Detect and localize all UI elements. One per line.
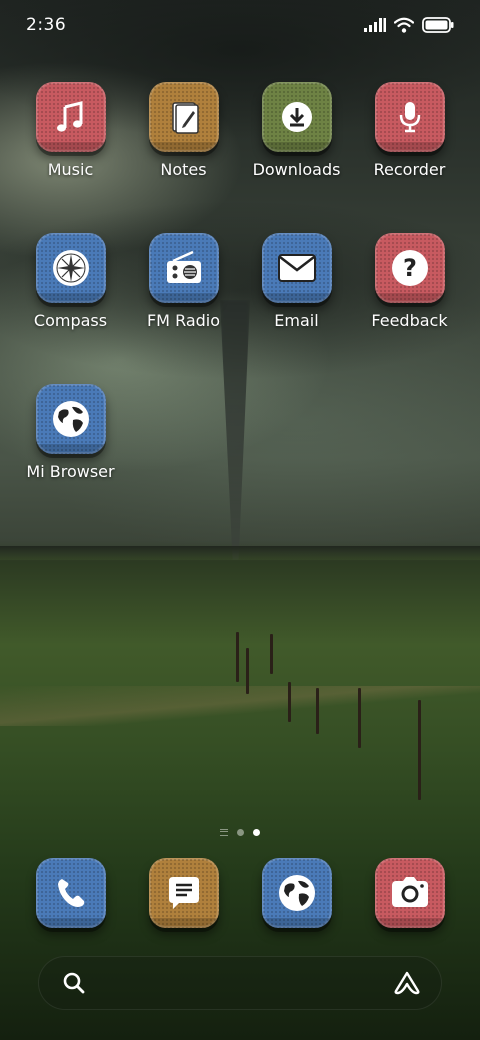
app-label: Email (274, 311, 319, 330)
page-dot-active[interactable] (253, 829, 260, 836)
browser-app-icon[interactable] (261, 858, 332, 928)
app-label: Mi Browser (26, 462, 115, 481)
radio-icon (166, 250, 201, 283)
battery-icon (422, 17, 454, 33)
music-app-icon[interactable] (35, 82, 106, 152)
app-mi-browser[interactable]: Mi Browser (14, 384, 127, 481)
globe-icon (52, 401, 89, 437)
dock-browser[interactable] (240, 858, 353, 928)
compass-icon (52, 250, 89, 286)
envelope-icon (277, 254, 316, 282)
fence-post (358, 688, 361, 748)
feedback-app-icon[interactable]: ? (374, 233, 445, 303)
dock (14, 858, 466, 928)
search-icon[interactable] (61, 970, 87, 996)
app-label: Music (47, 160, 94, 179)
music-note-icon (56, 101, 82, 132)
app-label: FM Radio (146, 311, 221, 330)
compass-app-icon[interactable] (35, 233, 106, 303)
page-indicator (0, 829, 480, 836)
app-music[interactable]: Music (14, 82, 127, 179)
dock-camera[interactable] (353, 858, 466, 928)
microphone-icon (399, 102, 420, 133)
globe-icon (278, 875, 315, 911)
app-label: Notes (160, 160, 207, 179)
status-icons (364, 17, 454, 33)
dock-messages[interactable] (127, 858, 240, 928)
search-bar[interactable] (38, 956, 442, 1010)
question-icon: ? (391, 250, 428, 286)
recorder-app-icon[interactable] (374, 82, 445, 152)
assistant-icon[interactable] (393, 970, 421, 996)
clock: 2:36 (26, 15, 67, 35)
status-bar: 2:36 (0, 0, 480, 50)
app-fm-radio[interactable]: FM Radio (127, 233, 240, 330)
download-icon (281, 102, 312, 132)
app-email[interactable]: Email (240, 233, 353, 330)
camera-icon (391, 877, 428, 907)
app-downloads[interactable]: Downloads (240, 82, 353, 179)
notes-icon (171, 102, 199, 134)
notes-app-icon[interactable] (148, 82, 219, 152)
fence-post (270, 634, 273, 674)
horizon (0, 546, 480, 560)
messages-app-icon[interactable] (148, 858, 219, 928)
dock-phone[interactable] (14, 858, 127, 928)
camera-app-icon[interactable] (374, 858, 445, 928)
app-feedback[interactable]: ? Feedback (353, 233, 466, 330)
app-label: Feedback (371, 311, 448, 330)
page-dot[interactable] (237, 829, 244, 836)
downloads-app-icon[interactable] (261, 82, 332, 152)
svg-text:?: ? (403, 254, 417, 282)
app-recorder[interactable]: Recorder (353, 82, 466, 179)
app-grid: Music Notes Downloads Recorder Compass F… (14, 82, 466, 481)
app-label: Compass (33, 311, 108, 330)
app-drawer-indicator[interactable] (220, 829, 228, 836)
app-label: Downloads (252, 160, 341, 179)
fence-post (236, 632, 239, 682)
phone-app-icon[interactable] (35, 858, 106, 928)
wifi-icon (394, 17, 414, 33)
fence-post (316, 688, 319, 734)
fm-radio-app-icon[interactable] (148, 233, 219, 303)
message-icon (168, 877, 199, 909)
mi-browser-app-icon[interactable] (35, 384, 106, 454)
fence-post (418, 700, 421, 800)
signal-icon (364, 18, 386, 32)
fence-post (288, 682, 291, 722)
email-app-icon[interactable] (261, 233, 332, 303)
fence-post (246, 648, 249, 694)
app-label: Recorder (373, 160, 446, 179)
phone-icon (57, 879, 84, 907)
app-notes[interactable]: Notes (127, 82, 240, 179)
app-compass[interactable]: Compass (14, 233, 127, 330)
dirt-path (0, 686, 480, 726)
